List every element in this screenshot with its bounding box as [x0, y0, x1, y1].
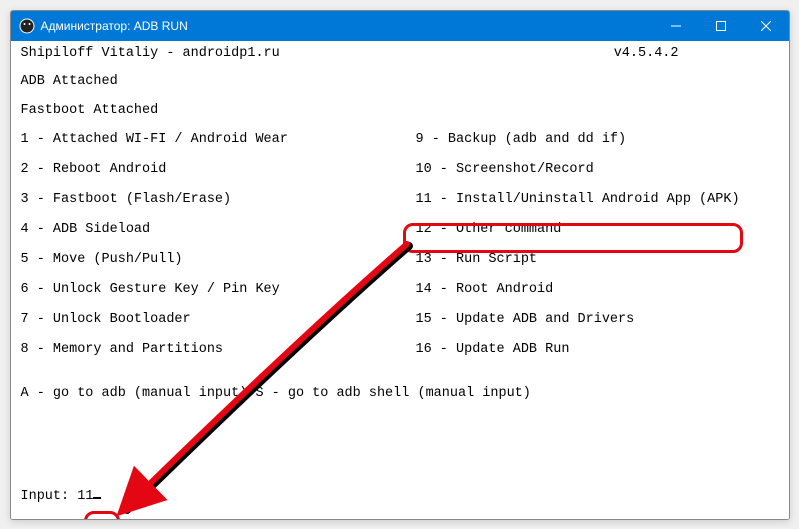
adb-status: ADB Attached [21, 75, 779, 90]
menu-row: 2 - Reboot Android10 - Screenshot/Record [21, 163, 779, 179]
window-controls [654, 11, 789, 41]
titlebar[interactable]: Администратор: ADB RUN [11, 11, 789, 41]
menu-item-left-4: 4 - ADB Sideload [21, 223, 416, 239]
menu-item-right-15: 15 - Update ADB and Drivers [416, 313, 779, 329]
annotation-highlight-input [84, 511, 120, 520]
input-prompt: Input: [21, 489, 78, 504]
menu-item-left-3: 3 - Fastboot (Flash/Erase) [21, 193, 416, 209]
menu-row: 5 - Move (Push/Pull)13 - Run Script [21, 253, 779, 269]
console-area: Shipiloff Vitaliy - androidp1.ru v4.5.4.… [11, 41, 789, 519]
maximize-button[interactable] [699, 11, 744, 41]
menu-item-left-7: 7 - Unlock Bootloader [21, 313, 416, 329]
menu-item-right-13: 13 - Run Script [416, 253, 779, 269]
app-window: Администратор: ADB RUN Shipiloff Vitaliy… [10, 10, 790, 520]
menu-item-right-16: 16 - Update ADB Run [416, 343, 779, 359]
menu-item-right-11: 11 - Install/Uninstall Android App (APK) [416, 193, 779, 209]
menu-item-left-8: 8 - Memory and Partitions [21, 343, 416, 359]
menu-item-left-6: 6 - Unlock Gesture Key / Pin Key [21, 283, 416, 299]
menu-item-left-1: 1 - Attached WI-FI / Android Wear [21, 133, 416, 149]
menu-item-right-10: 10 - Screenshot/Record [416, 163, 779, 179]
menu-row: 7 - Unlock Bootloader15 - Update ADB and… [21, 313, 779, 329]
menu-item-left-5: 5 - Move (Push/Pull) [21, 253, 416, 269]
text-cursor [93, 497, 101, 499]
version-text: v4.5.4.2 [614, 47, 679, 62]
menu-item-right-12: 12 - Other command [416, 223, 779, 239]
menu-row: 1 - Attached WI-FI / Android Wear 9 - Ba… [21, 133, 779, 149]
footer-hint: A - go to adb (manual input) S - go to a… [21, 387, 779, 402]
menu-item-left-2: 2 - Reboot Android [21, 163, 416, 179]
app-icon [19, 18, 35, 34]
menu-item-right-9: 9 - Backup (adb and dd if) [416, 133, 779, 149]
window-title: Администратор: ADB RUN [41, 19, 654, 33]
input-line[interactable]: Input: 11 [21, 490, 102, 505]
close-button[interactable] [744, 11, 789, 41]
author-text: Shipiloff Vitaliy - androidp1.ru [21, 47, 280, 62]
menu-row: 8 - Memory and Partitions16 - Update ADB… [21, 343, 779, 359]
menu-row: 3 - Fastboot (Flash/Erase)11 - Install/U… [21, 193, 779, 209]
minimize-button[interactable] [654, 11, 699, 41]
menu-item-right-14: 14 - Root Android [416, 283, 779, 299]
fastboot-status: Fastboot Attached [21, 104, 779, 119]
menu-row: 6 - Unlock Gesture Key / Pin Key14 - Roo… [21, 283, 779, 299]
input-value: 11 [77, 489, 93, 504]
menu-row: 4 - ADB Sideload12 - Other command [21, 223, 779, 239]
